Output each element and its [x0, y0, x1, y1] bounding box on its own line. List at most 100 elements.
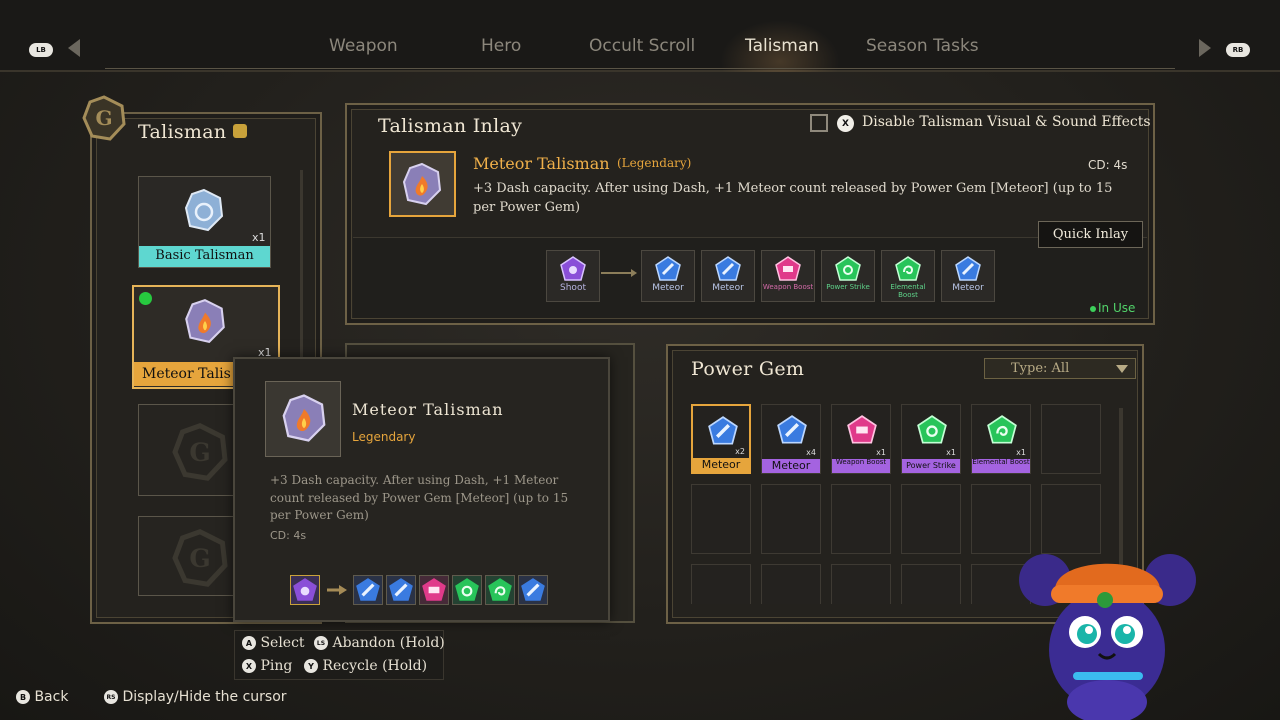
gem-name: Elemental Boost [890, 283, 926, 299]
item-count: x1 [252, 231, 266, 244]
power-gem-slot-empty[interactable] [691, 484, 751, 554]
weapon-boost-gem-icon [847, 415, 877, 444]
tooltip-chain-power-strike [452, 575, 482, 605]
meteor-gem-icon [955, 256, 981, 281]
power-gem-slot[interactable]: x1 Weapon Boost [831, 404, 891, 474]
hint-select[interactable]: A Select [242, 635, 305, 651]
power-gem-slot-empty[interactable] [691, 564, 751, 604]
chain-gem-shoot[interactable]: Shoot [546, 250, 600, 302]
chevron-down-icon [1116, 365, 1128, 373]
mascot-avatar [1019, 554, 1196, 720]
ls-button-icon: LS [314, 636, 328, 650]
tooltip-chain-shoot [290, 575, 320, 605]
meteor-talisman-icon [402, 162, 442, 206]
tooltip-chain-meteor [386, 575, 416, 605]
gem-count: x4 [806, 448, 816, 457]
meteor-talisman-label: Meteor Talis [134, 362, 234, 386]
hint-label: Display/Hide the cursor [122, 689, 287, 705]
svg-text:G: G [189, 544, 210, 573]
inlay-title: Talisman Inlay [378, 115, 523, 137]
basic-talisman-icon [184, 188, 224, 232]
tab-talisman[interactable]: Talisman [745, 36, 819, 56]
chain-gem-weapon-boost[interactable]: Weapon Boost [761, 250, 815, 302]
power-gem-slot-empty[interactable] [1041, 404, 1101, 474]
prev-tab-arrow-icon[interactable] [68, 39, 80, 57]
lb-button-icon[interactable]: LB [29, 43, 53, 57]
gem-label: Power Strike [902, 459, 960, 473]
tooltip-chain-weapon-boost [419, 575, 449, 605]
chain-gem-meteor[interactable]: Meteor [941, 250, 995, 302]
gem-label: Meteor [762, 459, 820, 473]
in-use-dot-icon [1090, 306, 1096, 312]
gem-name: Meteor [712, 283, 744, 293]
power-gem-title: Power Gem [691, 358, 805, 380]
hint-abandon[interactable]: LS Abandon (Hold) [314, 635, 445, 651]
power-gem-slot-empty[interactable] [761, 564, 821, 604]
tab-occult-scroll[interactable]: Occult Scroll [589, 36, 695, 56]
power-gem-slot[interactable]: x1 Power Strike [901, 404, 961, 474]
empty-slot-emblem-icon: G [172, 423, 228, 481]
y-button-icon: Y [304, 659, 318, 673]
tab-season-tasks[interactable]: Season Tasks [866, 36, 979, 56]
gem-count: x2 [735, 447, 745, 456]
inlay-rarity: (Legendary) [617, 156, 692, 170]
next-tab-arrow-icon[interactable] [1199, 39, 1211, 57]
b-button-icon: B [16, 690, 30, 704]
power-gem-slot[interactable]: x4 Meteor [761, 404, 821, 474]
chain-gem-meteor[interactable]: Meteor [701, 250, 755, 302]
elemental-boost-gem-icon [987, 415, 1017, 444]
power-gem-slot-empty[interactable] [901, 564, 961, 604]
elemental-boost-gem-icon [488, 578, 512, 601]
talisman-emblem-icon: G [82, 95, 126, 141]
cursor-hint[interactable]: RS Display/Hide the cursor [104, 689, 287, 705]
hint-ping[interactable]: X Ping [242, 658, 292, 674]
inlay-description: +3 Dash capacity. After using Dash, +1 M… [473, 181, 1113, 215]
meteor-gem-icon [777, 415, 807, 444]
chain-gem-meteor[interactable]: Meteor [641, 250, 695, 302]
gem-name: Weapon Boost [762, 283, 814, 291]
power-gem-slot[interactable]: x1 Elemental Boost [971, 404, 1031, 474]
tab-hero[interactable]: Hero [481, 36, 521, 56]
type-filter-dropdown[interactable]: Type: All [984, 358, 1136, 379]
equipped-indicator-icon [139, 292, 152, 305]
hint-label: Ping [260, 658, 293, 674]
rb-button-icon[interactable]: RB [1226, 43, 1250, 57]
gem-label: Elemental Boost [972, 459, 1030, 473]
empty-slot-emblem-icon: G [172, 529, 228, 587]
inlay-talisman-name: Meteor Talisman [473, 154, 610, 173]
hint-label: Abandon (Hold) [332, 635, 445, 651]
chain-gem-elemental-boost[interactable]: Elemental Boost [881, 250, 935, 302]
power-gem-slot[interactable]: x2 Meteor [691, 404, 751, 474]
gem-count: x1 [946, 448, 956, 457]
quick-inlay-button[interactable]: Quick Inlay [1038, 221, 1143, 248]
power-gem-slot-empty[interactable] [901, 484, 961, 554]
nav-divider [105, 68, 1175, 69]
power-gem-slot-empty[interactable] [831, 484, 891, 554]
shoot-gem-icon [560, 256, 586, 281]
a-button-icon: A [242, 636, 256, 650]
back-hint[interactable]: B Back [16, 689, 68, 705]
rs-button-icon: RS [104, 690, 118, 704]
disable-effects-label[interactable]: Disable Talisman Visual & Sound Effects [862, 114, 1151, 130]
hint-recycle[interactable]: Y Recycle (Hold) [304, 658, 427, 674]
power-strike-gem-icon [917, 415, 947, 444]
weapon-boost-gem-icon [422, 578, 446, 601]
gem-label: Meteor [693, 458, 749, 472]
meteor-gem-icon [715, 256, 741, 281]
tab-weapon[interactable]: Weapon [329, 36, 398, 56]
power-gem-slot-empty[interactable] [831, 564, 891, 604]
gem-name: Power Strike [826, 283, 870, 291]
meteor-gem-icon [655, 256, 681, 281]
info-icon[interactable] [233, 124, 247, 138]
meteor-talisman-icon [282, 394, 326, 442]
gem-name: Meteor [952, 283, 984, 293]
talisman-list-title: Talisman [138, 121, 227, 143]
power-gem-slot-empty[interactable] [761, 484, 821, 554]
meteor-gem-icon [389, 578, 413, 601]
chain-gem-power-strike[interactable]: Power Strike [821, 250, 875, 302]
chain-arrow-icon [327, 585, 347, 595]
shoot-gem-icon [293, 578, 317, 601]
meteor-gem-icon [356, 578, 380, 601]
disable-effects-checkbox[interactable] [810, 114, 828, 132]
power-strike-gem-icon [835, 256, 861, 281]
